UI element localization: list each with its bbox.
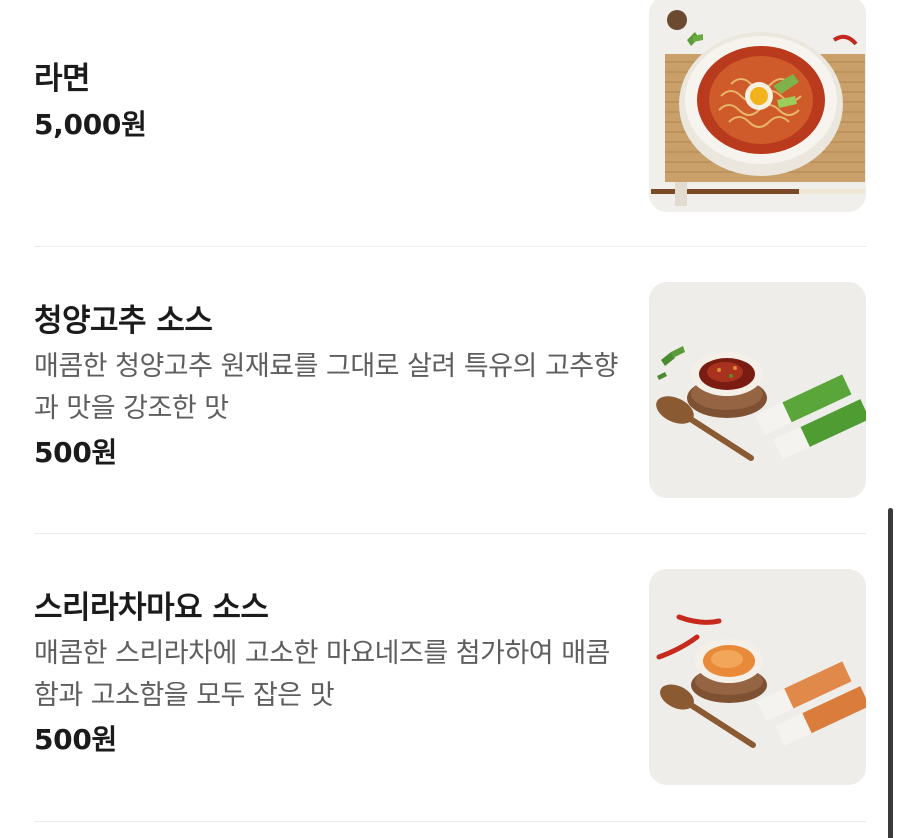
menu-item-name: 라면 bbox=[34, 61, 91, 97]
item-divider bbox=[34, 821, 866, 822]
cheongyang-pepper-sauce-photo[interactable] bbox=[649, 282, 866, 498]
sriracha-mayo-sauce-photo[interactable] bbox=[649, 569, 866, 785]
menu-item-description: 매콤한 스리라차에 고소한 마요네즈를 첨가하여 매콤함과 고소함을 모두 잡은… bbox=[34, 638, 610, 711]
menu-item-price: 5,000원 bbox=[34, 108, 147, 141]
item-divider bbox=[34, 246, 866, 247]
menu-item-name: 청양고추 소스 bbox=[34, 303, 213, 339]
menu-item-price: 500원 bbox=[34, 436, 118, 469]
menu-item-name: 스리라차마요 소스 bbox=[34, 590, 269, 626]
menu-item-sriracha-mayo-sauce[interactable]: 스리라차마요 소스 매콤한 스리라차에 고소한 마요네즈를 첨가하여 매콤함과 … bbox=[34, 569, 866, 785]
menu-item-price: 500원 bbox=[34, 723, 118, 756]
scrollbar-thumb[interactable] bbox=[888, 508, 893, 838]
menu-item-text: 스리라차마요 소스 매콤한 스리라차에 고소한 마요네즈를 첨가하여 매콤함과 … bbox=[34, 587, 624, 759]
menu-item-ramen[interactable]: 라면 5,000원 bbox=[34, 0, 866, 212]
menu-list: 라면 5,000원 청양고추 소스 매콤한 청양고추 원재료를 그대로 살려 특… bbox=[0, 0, 900, 838]
menu-item-text: 라면 5,000원 bbox=[34, 58, 624, 144]
menu-item-cheongyang-sauce[interactable]: 청양고추 소스 매콤한 청양고추 원재료를 그대로 살려 특유의 고추향과 맛을… bbox=[34, 282, 866, 498]
ramen-photo[interactable] bbox=[649, 0, 866, 212]
menu-item-text: 청양고추 소스 매콤한 청양고추 원재료를 그대로 살려 특유의 고추향과 맛을… bbox=[34, 300, 624, 472]
menu-item-description: 매콤한 청양고추 원재료를 그대로 살려 특유의 고추향과 맛을 강조한 맛 bbox=[34, 351, 618, 424]
item-divider bbox=[34, 533, 866, 534]
